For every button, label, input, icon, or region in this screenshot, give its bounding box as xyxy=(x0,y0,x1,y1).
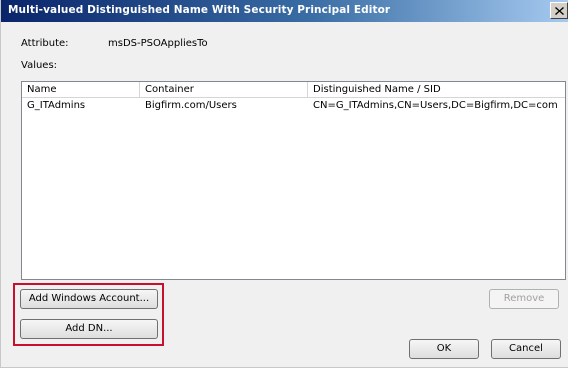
attribute-label: Attribute: xyxy=(21,38,69,49)
cancel-button[interactable]: Cancel xyxy=(491,339,561,359)
values-list[interactable]: Name Container Distinguished Name / SID … xyxy=(21,81,566,280)
values-label: Values: xyxy=(21,60,58,71)
list-header: Name Container Distinguished Name / SID xyxy=(22,82,565,98)
highlight-annotation xyxy=(13,283,164,346)
title-bar[interactable]: Multi-valued Distinguished Name With Sec… xyxy=(1,0,568,22)
attribute-value: msDS-PSOAppliesTo xyxy=(108,38,208,49)
cell-name: G_ITAdmins xyxy=(27,100,86,111)
dialog-window: Multi-valued Distinguished Name With Sec… xyxy=(0,0,568,368)
ok-button[interactable]: OK xyxy=(409,339,479,359)
column-header-dn[interactable]: Distinguished Name / SID xyxy=(308,82,566,97)
close-button[interactable] xyxy=(550,2,568,19)
close-icon xyxy=(554,6,564,15)
cell-dn: CN=G_ITAdmins,CN=Users,DC=Bigfirm,DC=com xyxy=(313,100,558,111)
column-header-name[interactable]: Name xyxy=(22,82,140,97)
remove-button[interactable]: Remove xyxy=(489,289,559,309)
table-row[interactable]: G_ITAdmins Bigfirm.com/Users CN=G_ITAdmi… xyxy=(22,98,565,113)
cell-container: Bigfirm.com/Users xyxy=(145,100,237,111)
window-title: Multi-valued Distinguished Name With Sec… xyxy=(8,4,391,16)
column-header-container[interactable]: Container xyxy=(140,82,308,97)
